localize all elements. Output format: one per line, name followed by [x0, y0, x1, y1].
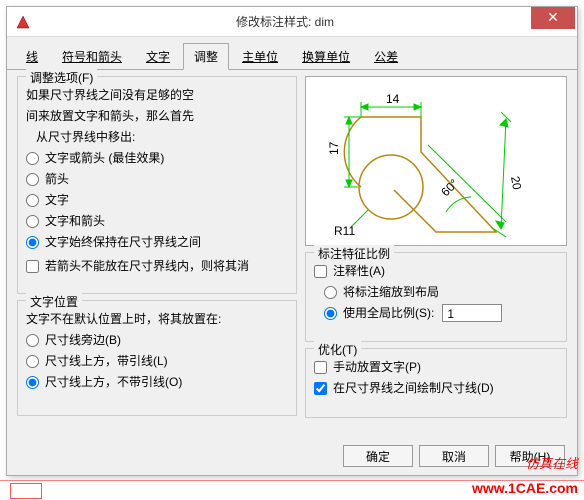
- chk-manual-text[interactable]: 手动放置文字(P): [314, 358, 558, 376]
- cancel-button[interactable]: 取消: [419, 445, 489, 467]
- content-area: 调整选项(F) 如果尺寸界线之间没有足够的空 间来放置文字和箭头，那么首先 从尺…: [7, 70, 577, 430]
- opt-scale-global[interactable]: 使用全局比例(S): 1: [324, 304, 558, 322]
- scale-group: 标注特征比例 注释性(A) 将标注缩放到布局 使用全局比例(S):1: [305, 252, 567, 342]
- text-position-title: 文字位置: [26, 293, 82, 310]
- fit-desc1: 如果尺寸界线之间没有足够的空: [26, 86, 288, 104]
- dim-r11: R11: [334, 224, 355, 238]
- opt-above-leader-label: 尺寸线上方，带引线(L): [45, 352, 168, 370]
- tab-fit[interactable]: 调整: [183, 43, 229, 70]
- fit-desc3: 从尺寸界线中移出:: [36, 128, 288, 146]
- global-scale-input[interactable]: 1: [442, 304, 502, 322]
- opt-above-noleader[interactable]: 尺寸线上方，不带引线(O): [26, 373, 288, 391]
- opt-text-and-arrow[interactable]: 文字和箭头: [26, 212, 288, 230]
- text-position-group: 文字位置 文字不在默认位置上时，将其放置在: 尺寸线旁边(B) 尺寸线上方，带引…: [17, 300, 297, 416]
- tab-symbols[interactable]: 符号和箭头: [51, 43, 133, 69]
- tune-title: 优化(T): [314, 341, 361, 358]
- opt-scale-global-label: 使用全局比例(S):: [343, 304, 434, 322]
- opt-text-label: 文字: [45, 191, 69, 209]
- dim-14: 14: [386, 92, 400, 106]
- dim-20: 20: [508, 175, 524, 191]
- right-column: 14 17 R11 60° 20 标注特征比例 注释性(A) 将标注缩放到布局 …: [305, 76, 567, 424]
- tab-alt[interactable]: 换算单位: [291, 43, 361, 69]
- fit-desc2: 间来放置文字和箭头，那么首先: [26, 107, 288, 125]
- tab-tol[interactable]: 公差: [363, 43, 409, 69]
- titlebar: 修改标注样式: dim ✕: [7, 7, 577, 37]
- dim-60: 60°: [438, 176, 461, 199]
- chk-manual-text-label: 手动放置文字(P): [333, 358, 421, 376]
- opt-arrow-label: 箭头: [45, 170, 69, 188]
- watermark-text: 仿真在线: [526, 453, 578, 472]
- opt-above-noleader-label: 尺寸线上方，不带引线(O): [45, 373, 182, 391]
- window-title: 修改标注样式: dim: [39, 13, 531, 30]
- opt-text-or-arrow[interactable]: 文字或箭头 (最佳效果): [26, 149, 288, 167]
- tab-text[interactable]: 文字: [135, 43, 181, 69]
- opt-text-and-arrow-label: 文字和箭头: [45, 212, 105, 230]
- tab-bar: 线 符号和箭头 文字 调整 主单位 换算单位 公差: [7, 37, 577, 70]
- watermark-url: www.1CAE.com: [472, 480, 578, 496]
- opt-text-or-arrow-label: 文字或箭头 (最佳效果): [45, 149, 164, 167]
- opt-keep-between-label: 文字始终保持在尺寸界线之间: [45, 233, 201, 251]
- dialog-window: 修改标注样式: dim ✕ 线 符号和箭头 文字 调整 主单位 换算单位 公差 …: [6, 6, 578, 476]
- opt-scale-layout[interactable]: 将标注缩放到布局: [324, 283, 558, 301]
- opt-beside[interactable]: 尺寸线旁边(B): [26, 331, 288, 349]
- chk-annotative[interactable]: 注释性(A): [314, 262, 558, 280]
- left-column: 调整选项(F) 如果尺寸界线之间没有足够的空 间来放置文字和箭头，那么首先 从尺…: [17, 76, 297, 424]
- chk-draw-dimline-label: 在尺寸界线之间绘制尺寸线(D): [333, 379, 494, 397]
- chk-draw-dimline[interactable]: 在尺寸界线之间绘制尺寸线(D): [314, 379, 558, 397]
- text-pos-desc: 文字不在默认位置上时，将其放置在:: [26, 310, 288, 328]
- fit-options-group: 调整选项(F) 如果尺寸界线之间没有足够的空 间来放置文字和箭头，那么首先 从尺…: [17, 76, 297, 294]
- ok-button[interactable]: 确定: [343, 445, 413, 467]
- app-icon: [13, 12, 33, 32]
- dim-17: 17: [327, 141, 341, 155]
- tune-group: 优化(T) 手动放置文字(P) 在尺寸界线之间绘制尺寸线(D): [305, 348, 567, 418]
- opt-above-leader[interactable]: 尺寸线上方，带引线(L): [26, 352, 288, 370]
- chk-suppress-arrow-label: 若箭头不能放在尺寸界线内，则将其消: [45, 257, 249, 275]
- tab-primary[interactable]: 主单位: [231, 43, 289, 69]
- chk-suppress-arrow[interactable]: 若箭头不能放在尺寸界线内，则将其消: [26, 257, 288, 275]
- tab-line[interactable]: 线: [15, 43, 49, 69]
- opt-arrow[interactable]: 箭头: [26, 170, 288, 188]
- chk-annotative-label: 注释性(A): [333, 262, 385, 280]
- fit-options-title: 调整选项(F): [26, 69, 97, 86]
- close-button[interactable]: ✕: [531, 7, 575, 29]
- preview-pane: 14 17 R11 60° 20: [305, 76, 567, 246]
- opt-text[interactable]: 文字: [26, 191, 288, 209]
- opt-keep-between[interactable]: 文字始终保持在尺寸界线之间: [26, 233, 288, 251]
- scale-title: 标注特征比例: [314, 245, 394, 262]
- opt-scale-layout-label: 将标注缩放到布局: [343, 283, 439, 301]
- opt-beside-label: 尺寸线旁边(B): [45, 331, 121, 349]
